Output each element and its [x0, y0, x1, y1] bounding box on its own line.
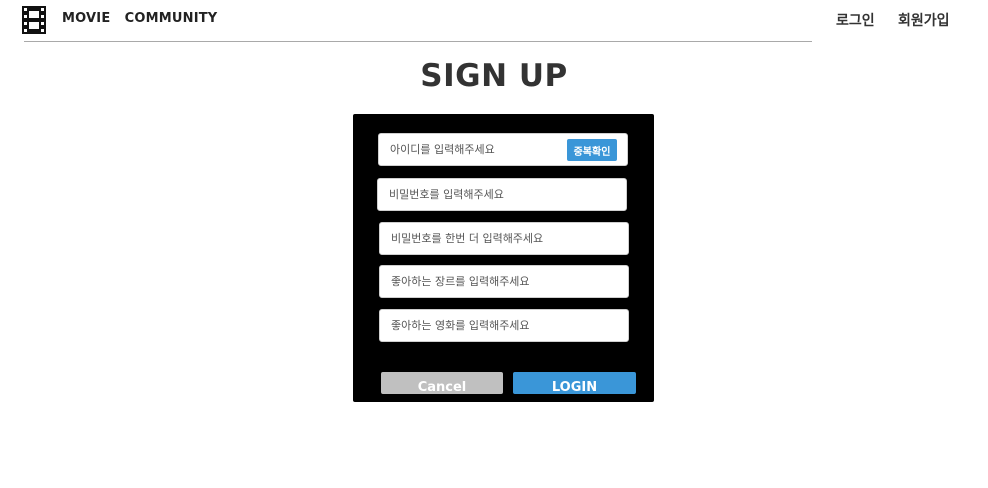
nav-signup-link[interactable]: 회원가입 [898, 10, 950, 30]
cancel-button[interactable]: Cancel [381, 372, 503, 394]
login-button[interactable]: LOGIN [513, 372, 636, 394]
film-strip-icon[interactable] [22, 6, 46, 34]
top-header: MOVIE COMMUNITY 로그인 회원가입 [0, 0, 988, 42]
nav-login-link[interactable]: 로그인 [836, 10, 875, 30]
header-divider [24, 41, 812, 42]
film-hole [24, 22, 27, 25]
film-hole [24, 8, 27, 11]
film-frame [29, 22, 39, 29]
film-hole [41, 22, 44, 25]
film-hole [41, 15, 44, 18]
film-hole [41, 29, 44, 32]
check-duplicate-button[interactable]: 중복확인 [567, 139, 617, 161]
favorite-genre-input[interactable] [379, 265, 629, 298]
password-confirm-input[interactable] [379, 222, 629, 255]
film-hole [24, 15, 27, 18]
film-hole [41, 8, 44, 11]
password-input[interactable] [377, 178, 627, 211]
film-hole [24, 29, 27, 32]
favorite-movie-input[interactable] [379, 309, 629, 342]
signup-form: 중복확인 Cancel LOGIN [353, 114, 654, 402]
film-frame [29, 11, 39, 18]
page-title: SIGN UP [420, 58, 568, 94]
brand-name[interactable]: MOVIE COMMUNITY [62, 11, 217, 26]
